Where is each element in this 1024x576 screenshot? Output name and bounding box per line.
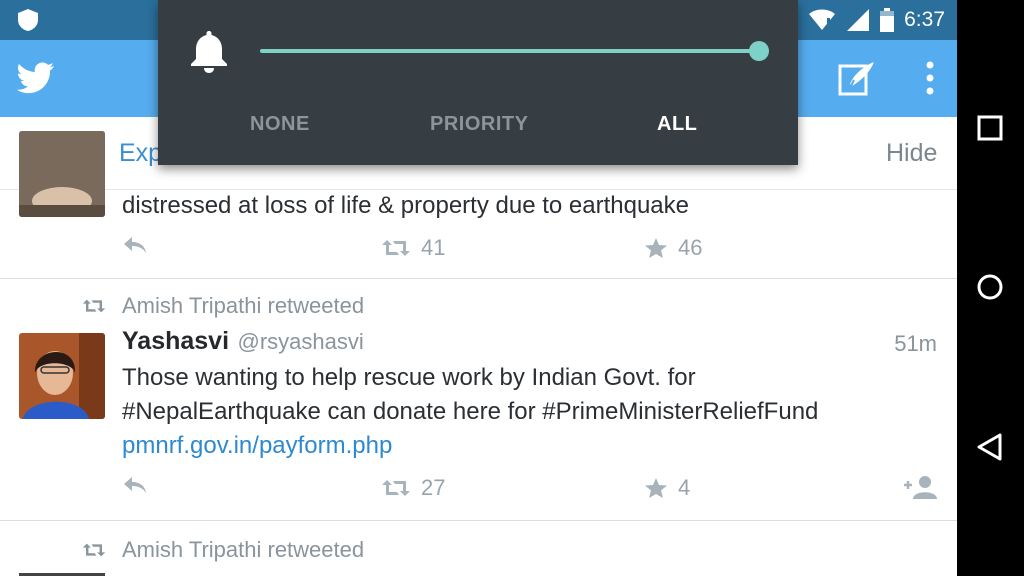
avatar-image [19,333,105,419]
mode-none-button[interactable]: NONE [250,113,310,136]
avatar-image [19,131,105,217]
retweet-count: 27 [421,475,446,500]
retweet-button[interactable]: 41 [381,235,445,261]
home-icon[interactable] [975,272,1005,302]
retweeted-by-label: Amish Tripathi retweeted [122,537,365,562]
wifi-icon [809,9,836,30]
tweet-item[interactable]: distressed at loss of life & property du… [0,131,957,279]
compose-tweet-button[interactable] [838,58,878,98]
follow-button[interactable] [902,475,938,499]
volume-slider-track[interactable] [260,49,760,53]
tweet-link[interactable]: pmnrf.gov.in/payform.php [122,429,392,463]
retweeted-by: Amish Tripathi retweeted [82,293,364,319]
avatar[interactable] [19,333,105,419]
author-name[interactable]: Yashasvi [122,327,229,355]
ringer-volume-panel[interactable]: NONE PRIORITY ALL [158,0,798,165]
timeline[interactable]: Exp Hide distressed at loss of life & pr… [0,117,957,576]
reply-button[interactable] [122,475,148,495]
favorite-button[interactable]: 4 [644,475,690,501]
back-icon[interactable] [975,432,1005,462]
reply-button[interactable] [122,235,148,255]
retweet-button[interactable]: 27 [381,475,445,501]
hide-button[interactable]: Hide [886,139,937,168]
battery-icon [880,8,895,32]
retweeted-by-label: Amish Tripathi retweeted [122,293,365,318]
status-icons: 6:37 [808,0,945,40]
tweet-text-line-2: #NepalEarthquake can donate here for #Pr… [122,398,819,425]
shield-icon [18,9,38,31]
mode-all-button[interactable]: ALL [657,113,697,136]
add-user-icon [904,476,937,499]
tweet-text-line-1: Those wanting to help rescue work by Ind… [122,364,696,391]
navigation-bar [957,0,1024,576]
reply-icon [124,477,146,493]
star-icon [645,238,667,258]
mode-priority-button[interactable]: PRIORITY [430,113,528,136]
reply-icon [124,237,146,253]
avatar[interactable] [19,131,105,217]
bell-icon [191,31,227,73]
author-line[interactable]: Yashasvi @rsyashasvi [122,327,364,356]
author-handle[interactable]: @rsyashasvi [237,329,363,354]
overflow-menu-icon[interactable] [918,58,942,98]
twitter-bird-icon[interactable] [16,58,56,98]
tweet-item[interactable]: Amish Tripathi retweeted Yashasvi @rsyas… [0,279,957,521]
volume-slider-thumb[interactable] [749,41,769,61]
favorite-button[interactable]: 46 [644,235,702,261]
retweet-icon [382,240,410,256]
tweet-timestamp: 51m [894,331,937,356]
retweeted-by: Amish Tripathi retweeted [82,537,364,563]
star-icon [645,478,667,498]
favorite-count: 46 [678,235,703,260]
tweet-item[interactable]: Amish Tripathi retweeted [0,521,957,576]
tweet-text: distressed at loss of life & property du… [122,192,689,219]
explore-label[interactable]: Exp [119,139,162,168]
retweet-icon [382,480,410,496]
favorite-count: 4 [678,475,691,500]
signal-icon [847,9,870,31]
recents-icon[interactable] [975,113,1005,143]
retweet-icon [82,299,106,313]
clock: 6:37 [904,8,945,31]
retweet-icon [82,543,106,557]
retweet-count: 41 [421,235,446,260]
